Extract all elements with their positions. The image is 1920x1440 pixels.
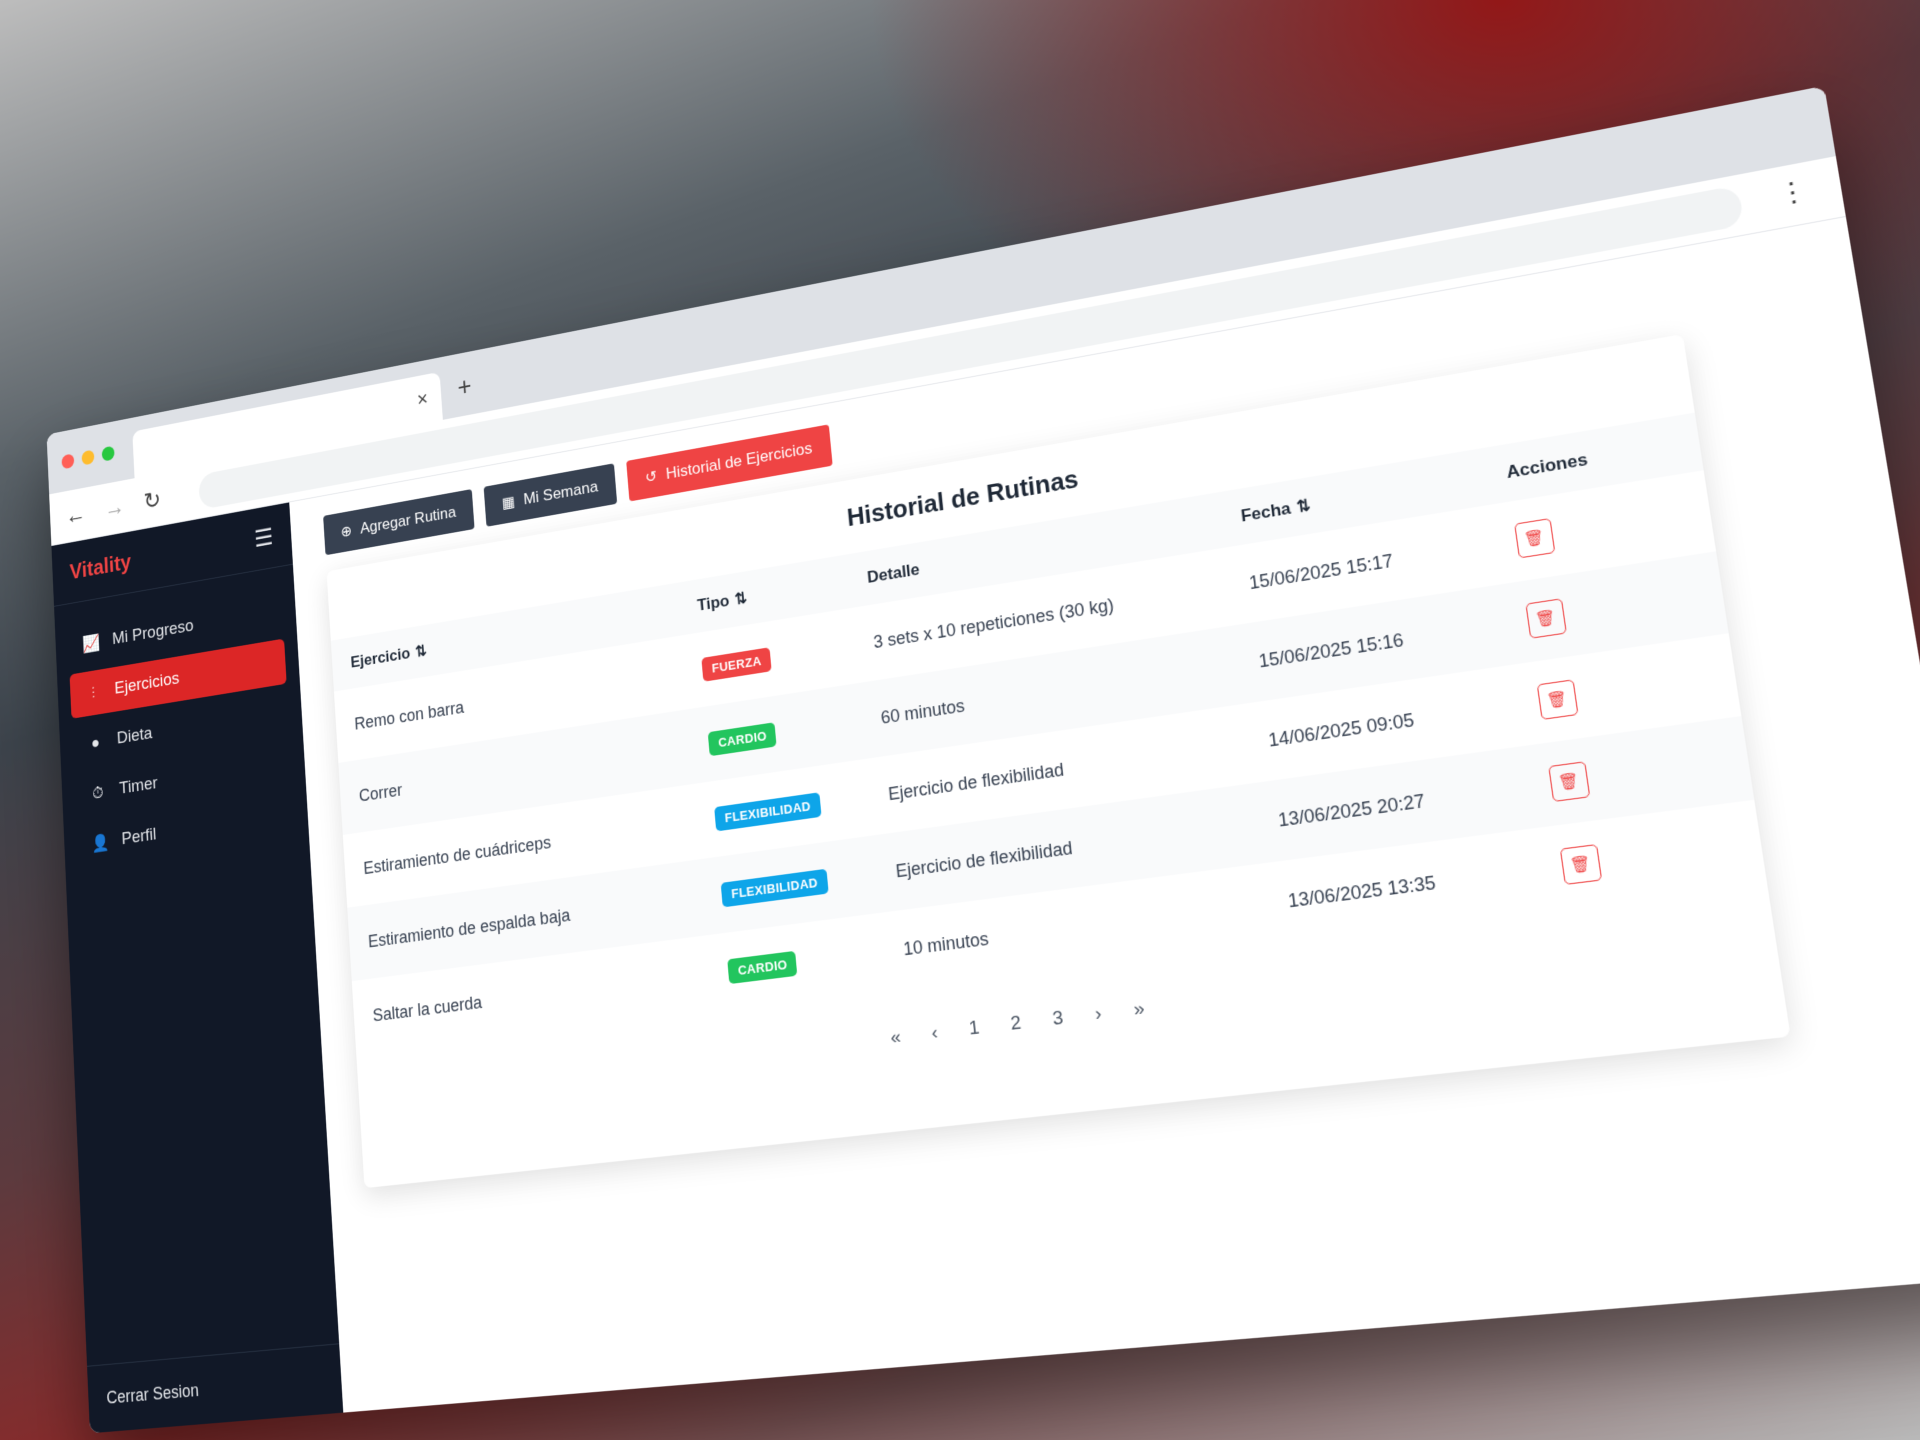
date-header-label: Fecha	[1240, 499, 1292, 526]
minimize-window-button[interactable]	[81, 449, 94, 465]
sort-icon[interactable]: ⇅	[415, 643, 427, 660]
sort-icon[interactable]: ⇅	[1296, 497, 1312, 516]
stopwatch-icon: ⏱	[89, 782, 107, 804]
trash-icon: 🗑	[1523, 527, 1546, 549]
forward-arrow-icon[interactable]: →	[104, 492, 126, 523]
trash-icon: 🗑	[1546, 689, 1569, 711]
apple-icon: ●	[86, 732, 104, 753]
sidebar-nav: 📈 Mi Progreso ⫶ Ejercicios ● Dieta ⏱ Timer 👤 Perf…	[54, 565, 311, 898]
trash-icon: 🗑	[1534, 608, 1557, 630]
sidebar-item-label: Mi Progreso	[112, 616, 194, 649]
add-routine-button[interactable]: ⊕ Agregar Rutina	[323, 489, 474, 555]
type-badge: FLEXIBILIDAD	[714, 792, 821, 831]
stage: × + ← → ↻ ⋮ Vitality ☰ 📈 Mi Progreso ⫶ Ejer…	[0, 0, 1920, 1440]
calendar-icon: ▦	[501, 492, 515, 512]
type-badge: CARDIO	[708, 722, 777, 756]
reload-icon[interactable]: ↻	[143, 486, 162, 516]
window-controls	[61, 446, 114, 470]
exercise-header-label: Ejercicio	[350, 644, 411, 671]
chart-line-icon: 📈	[82, 633, 100, 654]
my-week-label: Mi Semana	[523, 477, 599, 509]
delete-button[interactable]: 🗑	[1536, 679, 1578, 720]
type-badge: FLEXIBILIDAD	[721, 868, 828, 907]
pagination-next-button[interactable]: ›	[1094, 1003, 1103, 1026]
plus-circle-icon: ⊕	[340, 522, 352, 542]
my-week-button[interactable]: ▦ Mi Semana	[483, 463, 617, 527]
trash-icon: 🗑	[1557, 771, 1580, 793]
sidebar-item-label: Timer	[119, 774, 158, 800]
hamburger-menu-icon[interactable]: ☰	[253, 523, 273, 554]
browser-window: × + ← → ↻ ⋮ Vitality ☰ 📈 Mi Progreso ⫶ Ejer…	[47, 86, 1920, 1434]
pagination-page-2[interactable]: 2	[1010, 1012, 1023, 1036]
close-tab-icon[interactable]: ×	[416, 387, 428, 412]
pagination-last-button[interactable]: »	[1132, 998, 1145, 1022]
actions-header-label: Acciones	[1505, 450, 1589, 483]
dumbbell-icon: ⫶	[84, 682, 102, 703]
maximize-window-button[interactable]	[102, 446, 115, 462]
delete-button[interactable]: 🗑	[1514, 518, 1555, 559]
type-badge: FUERZA	[702, 647, 772, 681]
exercise-history-label: Historial de Ejercicios	[665, 439, 813, 484]
back-arrow-icon[interactable]: ←	[65, 500, 86, 531]
history-card: Historial de Rutinas Ejercicio ⇅ Tipo ⇅ De…	[327, 334, 1791, 1188]
detail-header-label: Detalle	[866, 560, 920, 587]
new-tab-icon[interactable]: +	[457, 371, 473, 402]
type-badge: CARDIO	[728, 950, 798, 983]
close-window-button[interactable]	[61, 453, 74, 469]
browser-menu-icon[interactable]: ⋮	[1776, 175, 1810, 212]
delete-button[interactable]: 🗑	[1548, 761, 1590, 802]
pagination-prev-button[interactable]: ‹	[931, 1022, 939, 1045]
user-icon: 👤	[91, 832, 109, 854]
sidebar-item-label: Dieta	[116, 724, 152, 749]
delete-button[interactable]: 🗑	[1525, 598, 1567, 639]
pagination-page-1[interactable]: 1	[968, 1017, 981, 1041]
pagination-page-3[interactable]: 3	[1052, 1007, 1065, 1031]
sidebar-item-label: Perfil	[121, 825, 157, 850]
delete-button[interactable]: 🗑	[1560, 844, 1602, 885]
brand-logo: Vitality	[69, 550, 131, 585]
sidebar-item-label: Ejercicios	[114, 669, 180, 699]
trash-icon: 🗑	[1569, 854, 1593, 876]
history-icon: ↺	[645, 467, 658, 488]
add-routine-label: Agregar Rutina	[360, 503, 457, 538]
logout-link[interactable]: Cerrar Sesion	[87, 1343, 343, 1433]
pagination-first-button[interactable]: «	[890, 1026, 902, 1049]
sort-icon[interactable]: ⇅	[734, 590, 748, 608]
type-header-label: Tipo	[696, 591, 730, 614]
